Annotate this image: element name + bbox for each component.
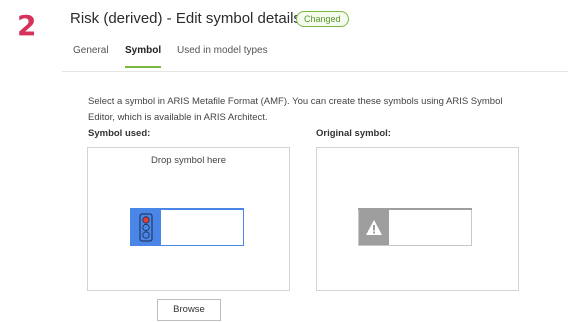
tab-symbol[interactable]: Symbol xyxy=(125,44,161,58)
symbol-drop-zone[interactable]: Drop symbol here xyxy=(87,147,290,291)
original-symbol-label: Original symbol: xyxy=(316,128,391,139)
changed-badge: Changed xyxy=(296,11,349,27)
tab-general[interactable]: General xyxy=(73,44,109,58)
original-symbol-preview xyxy=(358,208,472,246)
step-number: 2 xyxy=(17,9,37,42)
traffic-light-icon xyxy=(131,210,161,245)
tab-divider xyxy=(62,71,568,72)
original-symbol-panel xyxy=(316,147,519,291)
drop-symbol-hint: Drop symbol here xyxy=(151,155,226,166)
active-tab-indicator xyxy=(125,66,161,68)
browse-button[interactable]: Browse xyxy=(157,299,221,321)
symbol-used-preview xyxy=(130,208,244,246)
symbol-description: Select a symbol in ARIS Metafile Format … xyxy=(88,96,503,123)
warning-icon xyxy=(359,210,389,245)
symbol-used-label: Symbol used: xyxy=(88,128,151,139)
page-title: Risk (derived) - Edit symbol details xyxy=(70,10,301,27)
tab-used-in-model-types[interactable]: Used in model types xyxy=(177,44,268,58)
